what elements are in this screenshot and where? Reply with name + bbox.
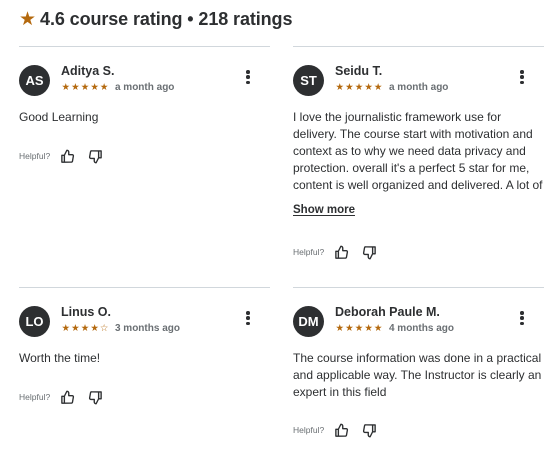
more-options-icon[interactable] (518, 309, 526, 327)
review-meta: ★ ★ ★ ★ ☆ 3 months ago (61, 323, 180, 334)
star-rating: ★ ★ ★ ★ ☆ (61, 324, 109, 334)
review-meta: ★ ★ ★ ★ ★ 4 months ago (335, 323, 454, 334)
helpful-section: Helpful? (19, 388, 114, 406)
star-icon: ★ (345, 322, 354, 334)
course-rating-header: ★ 4.6 course rating • 218 ratings (19, 8, 292, 30)
star-icon: ★ (71, 322, 80, 334)
reviewer-name: Seidu T. (335, 64, 383, 78)
helpful-label: Helpful? (293, 247, 325, 257)
thumbs-down-icon[interactable] (360, 421, 378, 439)
star-rating: ★ ★ ★ ★ ★ (335, 324, 383, 334)
review-time: a month ago (388, 82, 449, 93)
star-icon: ★ (99, 81, 109, 93)
review-meta: ★ ★ ★ ★ ★ a month ago (61, 82, 175, 93)
star-icon: ★ (354, 322, 364, 334)
star-icon: ★ (90, 322, 99, 334)
star-rating: ★ ★ ★ ★ ★ (61, 83, 109, 93)
avatar: ST (293, 65, 324, 96)
review-card: AS Aditya S. ★ ★ ★ ★ ★ a month ago Good Lear… (19, 46, 270, 276)
rating-summary: 4.6 course rating • 218 ratings (40, 8, 293, 29)
show-more-button[interactable]: Show more (293, 204, 355, 216)
star-icon: ★ (90, 81, 99, 93)
empty-star-icon: ☆ (99, 322, 109, 334)
star-icon: ★ (373, 81, 383, 93)
review-text: I love the journalistic framework use fo… (293, 110, 543, 192)
helpful-label: Helpful? (19, 151, 51, 161)
helpful-label: Helpful? (19, 392, 51, 402)
reviewer-name: Aditya S. (61, 64, 115, 78)
review-text: Worth the time! (19, 351, 101, 365)
reviewer-name: Deborah Paule M. (335, 305, 440, 319)
review-card: DM Deborah Paule M. ★ ★ ★ ★ ★ 4 months ago T… (293, 287, 544, 452)
review-text: Good Learning (19, 110, 99, 124)
review-text: The course information was done in a pra… (293, 351, 542, 399)
avatar: AS (19, 65, 50, 96)
helpful-section: Helpful? (293, 243, 388, 261)
helpful-section: Helpful? (293, 421, 388, 439)
divider (293, 46, 544, 47)
star-icon: ★ (61, 322, 71, 334)
review-time: 4 months ago (388, 323, 454, 334)
review-card: LO Linus O. ★ ★ ★ ★ ☆ 3 months ago Worth the… (19, 287, 270, 447)
reviewer-name: Linus O. (61, 305, 111, 319)
helpful-label: Helpful? (293, 425, 325, 435)
more-options-icon[interactable] (244, 309, 252, 327)
avatar: DM (293, 306, 324, 337)
star-icon: ★ (335, 81, 345, 93)
star-icon: ★ (364, 322, 373, 334)
avatar: LO (19, 306, 50, 337)
review-meta: ★ ★ ★ ★ ★ a month ago (335, 82, 449, 93)
star-icon: ★ (335, 322, 345, 334)
divider (293, 287, 544, 288)
star-icon: ★ (19, 8, 37, 30)
star-icon: ★ (61, 81, 71, 93)
review-time: a month ago (114, 82, 175, 93)
star-icon: ★ (80, 322, 90, 334)
star-icon: ★ (373, 322, 383, 334)
review-card: ST Seidu T. ★ ★ ★ ★ ★ a month ago I love the… (293, 46, 544, 276)
more-options-icon[interactable] (518, 68, 526, 86)
star-icon: ★ (80, 81, 90, 93)
thumbs-down-icon[interactable] (86, 388, 104, 406)
more-options-icon[interactable] (244, 68, 252, 86)
thumbs-down-icon[interactable] (86, 147, 104, 165)
star-icon: ★ (345, 81, 354, 93)
star-icon: ★ (354, 81, 364, 93)
thumbs-up-icon[interactable] (332, 243, 350, 261)
helpful-section: Helpful? (19, 147, 114, 165)
review-time: 3 months ago (114, 323, 180, 334)
star-icon: ★ (71, 81, 80, 93)
thumbs-up-icon[interactable] (58, 388, 76, 406)
star-rating: ★ ★ ★ ★ ★ (335, 83, 383, 93)
thumbs-up-icon[interactable] (58, 147, 76, 165)
thumbs-down-icon[interactable] (360, 243, 378, 261)
thumbs-up-icon[interactable] (332, 421, 350, 439)
divider (19, 287, 270, 288)
divider (19, 46, 270, 47)
star-icon: ★ (364, 81, 373, 93)
